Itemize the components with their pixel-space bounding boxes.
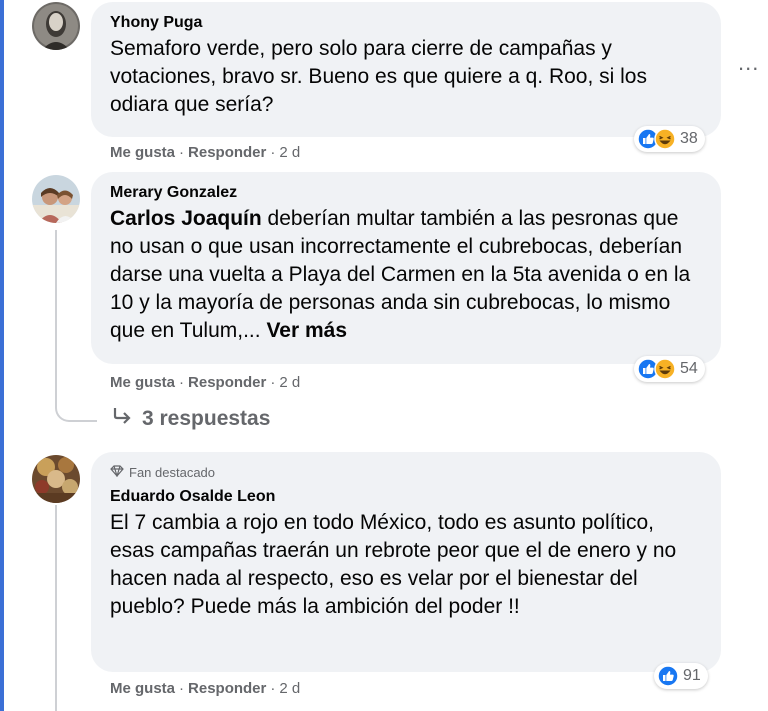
- replies-label: 3 respuestas: [142, 407, 271, 430]
- separator: ·: [179, 680, 185, 697]
- reaction-summary[interactable]: 54: [634, 356, 705, 382]
- reaction-count: 91: [683, 667, 701, 684]
- comment-actions: Me gusta · Responder · 2 d: [110, 373, 300, 393]
- thread-connector: [55, 400, 97, 422]
- comment-text: El 7 cambia a rojo en todo México, todo …: [110, 511, 677, 618]
- separator: ·: [270, 680, 276, 697]
- diamond-icon: [110, 464, 124, 482]
- like-icon: [657, 665, 679, 687]
- fan-badge[interactable]: Fan destacado: [110, 464, 703, 482]
- comment-actions: Me gusta · Responder · 2 d: [110, 143, 300, 163]
- comment-timestamp[interactable]: 2 d: [279, 680, 300, 697]
- window-frame-edge: [0, 0, 4, 711]
- fan-badge-label: Fan destacado: [129, 465, 216, 480]
- separator: ·: [270, 144, 276, 161]
- see-more-link[interactable]: Ver más: [266, 319, 347, 342]
- haha-icon: [654, 358, 676, 380]
- reaction-summary[interactable]: 91: [654, 663, 708, 689]
- reaction-count: 54: [680, 360, 698, 377]
- comment-bubble: Merary Gonzalez Carlos Joaquín deberían …: [91, 172, 721, 364]
- separator: ·: [179, 144, 185, 161]
- comment-bubble: Fan destacado Eduardo Osalde Leon El 7 c…: [91, 452, 721, 672]
- reaction-summary[interactable]: 38: [634, 126, 705, 152]
- comment-author[interactable]: Eduardo Osalde Leon: [110, 486, 703, 507]
- separator: ·: [179, 374, 185, 391]
- comment-bubble: Yhony Puga Semaforo verde, pero solo par…: [91, 2, 721, 137]
- reply-button[interactable]: Responder: [188, 680, 266, 697]
- comment-text: Carlos Joaquín deberían multar también a…: [110, 205, 703, 345]
- reaction-count: 38: [680, 130, 698, 147]
- reply-button[interactable]: Responder: [188, 144, 266, 161]
- avatar[interactable]: [32, 175, 80, 223]
- comment-timestamp[interactable]: 2 d: [279, 374, 300, 391]
- avatar[interactable]: [32, 2, 80, 50]
- reply-arrow-icon: [112, 407, 132, 431]
- comment-timestamp[interactable]: 2 d: [279, 144, 300, 161]
- more-options-button[interactable]: ...: [738, 52, 759, 74]
- comment-author[interactable]: Merary Gonzalez: [110, 182, 703, 203]
- separator: ·: [270, 374, 276, 391]
- comment-text: Semaforo verde, pero solo para cierre de…: [110, 37, 647, 116]
- like-button[interactable]: Me gusta: [110, 144, 175, 161]
- haha-icon: [654, 128, 676, 150]
- avatar[interactable]: [32, 455, 80, 503]
- like-button[interactable]: Me gusta: [110, 374, 175, 391]
- comment-actions: Me gusta · Responder · 2 d: [110, 679, 300, 699]
- thread-line: [55, 230, 57, 400]
- like-button[interactable]: Me gusta: [110, 680, 175, 697]
- view-replies-button[interactable]: 3 respuestas: [112, 407, 270, 431]
- comment-author[interactable]: Yhony Puga: [110, 12, 703, 33]
- mention-link[interactable]: Carlos Joaquín: [110, 207, 262, 230]
- thread-line: [55, 505, 57, 711]
- reply-button[interactable]: Responder: [188, 374, 266, 391]
